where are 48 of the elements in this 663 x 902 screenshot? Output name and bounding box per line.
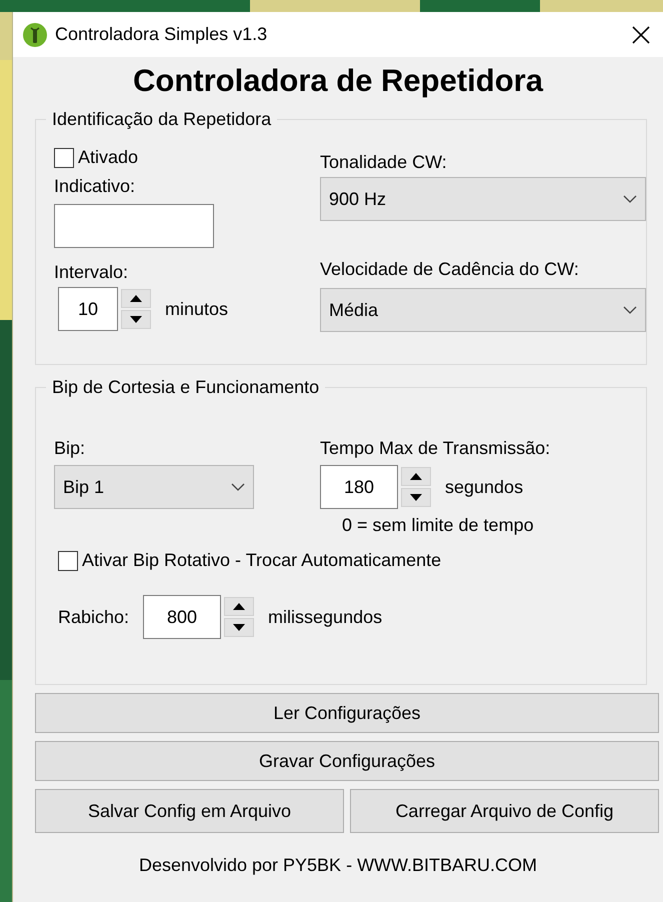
app-icon <box>23 22 47 46</box>
field-label: Bip: <box>54 438 86 459</box>
unit-label: milissegundos <box>268 606 382 628</box>
unit-label: minutos <box>165 298 228 320</box>
spin-down-button[interactable] <box>224 618 254 637</box>
dropdown[interactable]: 900 Hz <box>320 177 646 221</box>
field-label: Indicativo: <box>54 176 136 197</box>
group-title: Identificação da Repetidora <box>46 109 278 130</box>
dropdown[interactable]: Bip 1 <box>54 465 254 509</box>
text-field[interactable] <box>54 204 214 248</box>
dropdown[interactable]: Média <box>320 288 646 332</box>
spin-up-button[interactable] <box>121 289 151 308</box>
file-button[interactable]: Salvar Config em Arquivo <box>35 789 344 833</box>
hint-text: 0 = sem limite de tempo <box>342 515 534 536</box>
field-label: Tempo Max de Transmissão: <box>320 438 550 459</box>
spin-up-button[interactable] <box>224 597 254 616</box>
down-triangle-icon <box>130 316 142 323</box>
close-icon <box>632 26 650 44</box>
up-triangle-icon <box>233 603 246 610</box>
checkbox[interactable] <box>54 148 74 168</box>
spin-up-button[interactable] <box>401 467 431 486</box>
up-triangle-icon <box>410 473 422 480</box>
window-title: Controladora Simples v1.3 <box>55 24 268 45</box>
down-triangle-icon <box>410 494 422 501</box>
action-button[interactable]: Ler Configurações <box>35 693 659 733</box>
action-button[interactable]: Gravar Configurações <box>35 741 659 781</box>
field-label: Intervalo: <box>54 262 128 283</box>
app-heading: Controladora de Repetidora <box>132 63 544 99</box>
unit-label: segundos <box>445 476 524 498</box>
chevron-icon <box>623 306 637 314</box>
checkbox-label: Ativar Bip Rotativo - Trocar Automaticamente <box>82 550 442 571</box>
field-label: Rabicho: <box>58 606 130 628</box>
spin-down-button[interactable] <box>121 310 151 329</box>
checkbox-label: Ativado <box>78 147 138 168</box>
spin-field[interactable]: 800 <box>143 595 222 639</box>
footer-text: Desenvolvido por PY5BK - WWW.BITBARU.COM <box>138 855 538 876</box>
checkbox[interactable] <box>58 550 78 570</box>
file-button[interactable]: Carregar Arquivo de Config <box>350 789 659 833</box>
group-title: Bip de Cortesia e Funcionamento <box>46 377 326 398</box>
spin-field[interactable]: 180 <box>320 465 398 509</box>
field-label: Tonalidade CW: <box>320 152 447 173</box>
chevron-icon <box>231 482 245 492</box>
up-triangle-icon <box>130 295 142 302</box>
down-triangle-icon <box>233 624 246 631</box>
spin-field[interactable]: 10 <box>58 287 118 331</box>
field-label: Velocidade de Cadência do CW: <box>320 259 579 280</box>
spin-down-button[interactable] <box>401 488 431 507</box>
chevron-icon <box>623 194 637 204</box>
